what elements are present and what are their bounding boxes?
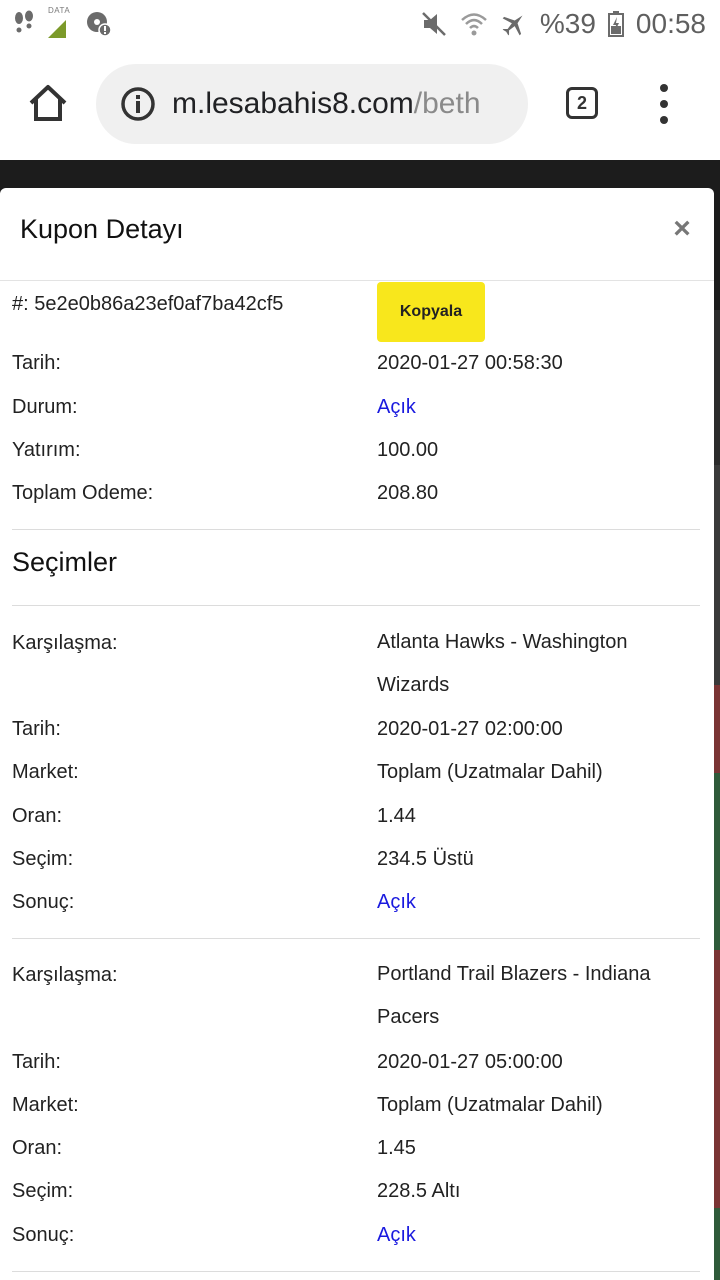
selection-value: 2020-01-27 05:00:00	[377, 1051, 563, 1073]
signal-icon	[48, 20, 66, 38]
selection-label: Tarih:	[12, 1051, 61, 1073]
detail-label: Yatırım:	[12, 439, 81, 461]
menu-dot-icon	[660, 116, 668, 124]
selection-label: Oran:	[12, 1137, 63, 1159]
detail-value: 208.80	[377, 482, 439, 504]
selection-label: Tarih:	[12, 718, 61, 740]
result-link[interactable]: Açık	[377, 1223, 697, 1247]
match-value: Atlanta Hawks - Washington Wizards	[377, 631, 628, 696]
coupon-id: #: 5e2e0b86a23ef0af7ba42cf5	[12, 293, 284, 315]
coupon-detail-modal: Kupon Detayı × #: 5e2e0b86a23ef0af7ba42c…	[0, 188, 714, 1280]
selection-value: 1.44	[377, 805, 416, 827]
selection-value: Toplam (Uzatmalar Dahil)	[377, 1094, 603, 1116]
selection-label: Seçim:	[12, 1180, 74, 1202]
close-button[interactable]: ×	[666, 212, 698, 246]
menu-dot-icon	[660, 84, 668, 92]
detail-label: Toplam Odeme:	[12, 482, 154, 504]
clock: 00:58	[635, 8, 706, 39]
selection-label: Karşılaşma:	[12, 632, 118, 654]
home-button[interactable]	[26, 81, 70, 125]
status-bar: DATA %39 00:58	[0, 0, 720, 48]
selection-label: Market:	[12, 761, 79, 783]
status-right: %39 00:58	[420, 6, 706, 42]
url-path: /beth	[413, 87, 481, 120]
home-icon	[29, 85, 67, 121]
menu-dot-icon	[660, 100, 668, 108]
data-signal: DATA	[44, 6, 78, 40]
selection-label: Karşılaşma:	[12, 964, 118, 986]
url-domain: m.lesabahis8.com	[172, 87, 414, 120]
tab-switcher-button[interactable]: 2	[566, 87, 598, 119]
divider	[12, 1271, 700, 1272]
disc-alert-icon	[87, 12, 112, 37]
data-tag: DATA	[48, 6, 71, 15]
footsteps-icon	[15, 10, 33, 33]
url-bar[interactable]: m.lesabahis8.com/beth	[96, 64, 528, 144]
modal-title: Kupon Detayı	[20, 214, 184, 244]
selection-label: Market:	[12, 1094, 79, 1116]
detail-value: 2020-01-27 00:58:30	[377, 352, 563, 374]
browser-toolbar: m.lesabahis8.com/beth 2	[0, 48, 720, 160]
divider	[12, 938, 700, 939]
selection-value: 2020-01-27 02:00:00	[377, 718, 563, 740]
selection-label: Sonuç:	[12, 891, 75, 913]
copy-button[interactable]: Kopyala	[377, 282, 485, 342]
selection-value: 228.5 Altı	[377, 1180, 461, 1202]
divider	[12, 529, 700, 530]
divider	[12, 605, 700, 606]
selections-title: Seçimler	[12, 547, 118, 577]
status-left: DATA	[12, 6, 112, 40]
match-value: Portland Trail Blazers - Indiana Pacers	[377, 963, 651, 1028]
detail-value: 100.00	[377, 439, 439, 461]
selection-value: 1.45	[377, 1137, 416, 1159]
airplane-icon	[502, 15, 523, 36]
info-icon[interactable]	[120, 86, 156, 122]
selection-label: Oran:	[12, 805, 63, 827]
battery-icon	[607, 11, 624, 37]
detail-label: Tarih:	[12, 352, 61, 374]
detail-label: Durum:	[12, 396, 78, 418]
result-link[interactable]: Açık	[377, 890, 697, 914]
selection-value: Toplam (Uzatmalar Dahil)	[377, 761, 603, 783]
selection-value: 234.5 Üstü	[377, 848, 474, 870]
overflow-menu-button[interactable]	[656, 84, 672, 124]
mute-icon	[421, 12, 446, 36]
modal-header: Kupon Detayı ×	[0, 188, 714, 281]
battery-percent: %39	[539, 8, 596, 39]
status-link[interactable]: Açık	[377, 395, 697, 419]
url-text[interactable]: m.lesabahis8.com/beth	[172, 86, 481, 122]
wifi-icon	[461, 13, 487, 36]
selection-label: Sonuç:	[12, 1224, 75, 1246]
selection-label: Seçim:	[12, 848, 74, 870]
